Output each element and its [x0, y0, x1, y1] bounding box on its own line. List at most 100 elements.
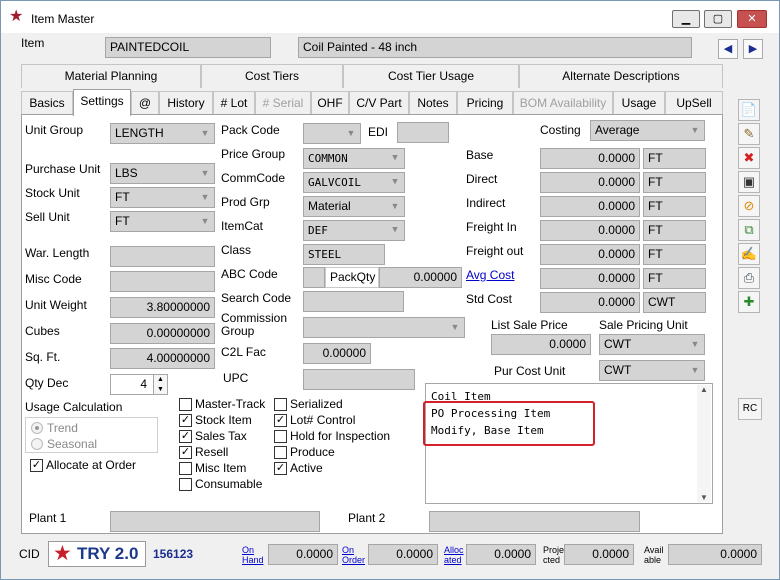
- tab-cost-tiers[interactable]: Cost Tiers: [201, 64, 343, 88]
- edi-field[interactable]: [397, 122, 449, 143]
- direct-value[interactable]: 0.0000: [540, 172, 640, 193]
- upc-field[interactable]: [303, 369, 415, 390]
- on-order-link[interactable]: On Order: [342, 545, 365, 565]
- prod-grp-select[interactable]: Material ▼: [303, 196, 405, 217]
- tab-basics[interactable]: Basics: [21, 91, 73, 115]
- tab-ohf[interactable]: OHF: [311, 91, 349, 115]
- cancel-button[interactable]: ⊘: [738, 195, 760, 217]
- trend-radio[interactable]: [31, 422, 43, 434]
- list-sale-price-field[interactable]: 0.0000: [491, 334, 591, 355]
- freight-in-unit[interactable]: FT: [643, 220, 706, 241]
- class-field[interactable]: STEEL: [303, 244, 385, 265]
- tab-cv-part[interactable]: C/V Part: [349, 91, 409, 115]
- sqft-field[interactable]: 4.00000000: [110, 348, 215, 369]
- plant1-field[interactable]: [110, 511, 320, 532]
- minimize-button[interactable]: ▁: [672, 10, 700, 28]
- sale-pricing-unit-select[interactable]: CWT ▼: [599, 334, 705, 355]
- misc-item-checkbox[interactable]: [179, 462, 192, 475]
- unit-group-select[interactable]: LENGTH ▼: [110, 123, 215, 144]
- base-value[interactable]: 0.0000: [540, 148, 640, 169]
- on-hand-link[interactable]: On Hand: [242, 545, 264, 565]
- item-description-field[interactable]: Coil Painted - 48 inch: [298, 37, 692, 58]
- notes-memo[interactable]: Coil Item PO Processing Item Modify, Bas…: [423, 383, 713, 504]
- freight-in-value[interactable]: 0.0000: [540, 220, 640, 241]
- tab-settings[interactable]: Settings: [73, 89, 131, 116]
- base-unit[interactable]: FT: [643, 148, 706, 169]
- allocated-link[interactable]: Alloc ated: [444, 545, 464, 565]
- tab-pricing[interactable]: Pricing: [457, 91, 513, 115]
- unit-weight-field[interactable]: 3.80000000: [110, 297, 215, 318]
- price-group-select[interactable]: COMMON ▼: [303, 148, 405, 169]
- scroll-up-icon[interactable]: ▲: [697, 385, 711, 394]
- tab-at[interactable]: @: [131, 91, 159, 115]
- consumable-checkbox[interactable]: [179, 478, 192, 491]
- sales-tax-checkbox[interactable]: ✓: [179, 430, 192, 443]
- item-code-field[interactable]: PAINTEDCOIL: [105, 37, 271, 58]
- avg-cost-label[interactable]: Avg Cost: [466, 268, 514, 282]
- qty-dec-stepper[interactable]: ▲ ▼: [153, 374, 168, 395]
- tab-notes[interactable]: Notes: [409, 91, 457, 115]
- std-cost-unit[interactable]: CWT: [643, 292, 706, 313]
- commcode-select[interactable]: GALVCOIL ▼: [303, 172, 405, 193]
- edit-button[interactable]: ✎: [738, 123, 760, 145]
- report-button[interactable]: ✍: [738, 243, 760, 265]
- purchase-unit-value: LBS: [115, 166, 138, 180]
- costing-method-select[interactable]: Average ▼: [590, 120, 705, 141]
- tab-alternate-descriptions[interactable]: Alternate Descriptions: [519, 64, 723, 88]
- resell-checkbox[interactable]: ✓: [179, 446, 192, 459]
- pur-cost-unit-select[interactable]: CWT ▼: [599, 360, 705, 381]
- indirect-value[interactable]: 0.0000: [540, 196, 640, 217]
- active-checkbox[interactable]: ✓: [274, 462, 287, 475]
- tools-button[interactable]: ✚: [738, 291, 760, 313]
- previous-item-button[interactable]: ◀: [718, 39, 738, 59]
- tab-material-planning[interactable]: Material Planning: [21, 64, 201, 88]
- next-item-button[interactable]: ▶: [743, 39, 763, 59]
- save-button[interactable]: ▣: [738, 171, 760, 193]
- tab-cost-tier-usage[interactable]: Cost Tier Usage: [343, 64, 519, 88]
- produce-checkbox[interactable]: [274, 446, 287, 459]
- sell-unit-select[interactable]: FT ▼: [110, 211, 215, 232]
- allocate-at-order-checkbox[interactable]: ✓: [30, 459, 43, 472]
- std-cost-value[interactable]: 0.0000: [540, 292, 640, 313]
- close-button[interactable]: ✕: [737, 10, 767, 28]
- commission-group-select[interactable]: ▼: [303, 317, 465, 338]
- new-button[interactable]: 📄: [738, 99, 760, 121]
- hold-for-inspection-checkbox[interactable]: [274, 430, 287, 443]
- misc-code-field[interactable]: [110, 271, 215, 292]
- stock-item-checkbox[interactable]: ✓: [179, 414, 192, 427]
- tab-history[interactable]: History: [159, 91, 213, 115]
- avg-cost-unit[interactable]: FT: [643, 268, 706, 289]
- notes-scrollbar[interactable]: ▲ ▼: [697, 385, 711, 502]
- serialized-checkbox[interactable]: [274, 398, 287, 411]
- seasonal-radio[interactable]: [31, 438, 43, 450]
- maximize-button[interactable]: ▢: [704, 10, 732, 28]
- rc-button[interactable]: RC: [738, 398, 762, 420]
- packqty-field[interactable]: 0.00000: [379, 267, 462, 288]
- delete-button[interactable]: ✖: [738, 147, 760, 169]
- pack-code-select[interactable]: ▼: [303, 123, 361, 144]
- freight-out-unit[interactable]: FT: [643, 244, 706, 265]
- avg-cost-value[interactable]: 0.0000: [540, 268, 640, 289]
- abc-code-field[interactable]: [303, 267, 325, 288]
- search-code-field[interactable]: [303, 291, 404, 312]
- tab-usage[interactable]: Usage: [613, 91, 665, 115]
- lot-control-checkbox[interactable]: ✓: [274, 414, 287, 427]
- itemcat-select[interactable]: DEF ▼: [303, 220, 405, 241]
- cubes-field[interactable]: 0.00000000: [110, 323, 215, 344]
- indirect-unit[interactable]: FT: [643, 196, 706, 217]
- qty-dec-field[interactable]: 4: [110, 374, 154, 395]
- c2l-fac-field[interactable]: 0.00000: [303, 343, 371, 364]
- freight-out-value[interactable]: 0.0000: [540, 244, 640, 265]
- scroll-down-icon[interactable]: ▼: [697, 493, 711, 502]
- plant2-field[interactable]: [429, 511, 640, 532]
- print-button[interactable]: ⎙: [738, 267, 760, 289]
- stock-unit-select[interactable]: FT ▼: [110, 187, 215, 208]
- war-length-field[interactable]: [110, 246, 215, 267]
- tab-upsell[interactable]: UpSell: [665, 91, 723, 115]
- master-track-checkbox[interactable]: [179, 398, 192, 411]
- tab-lot[interactable]: # Lot: [213, 91, 255, 115]
- hold-for-inspection-label: Hold for Inspection: [290, 429, 391, 443]
- purchase-unit-select[interactable]: LBS ▼: [110, 163, 215, 184]
- copy-button[interactable]: ⧉: [738, 219, 760, 241]
- direct-unit[interactable]: FT: [643, 172, 706, 193]
